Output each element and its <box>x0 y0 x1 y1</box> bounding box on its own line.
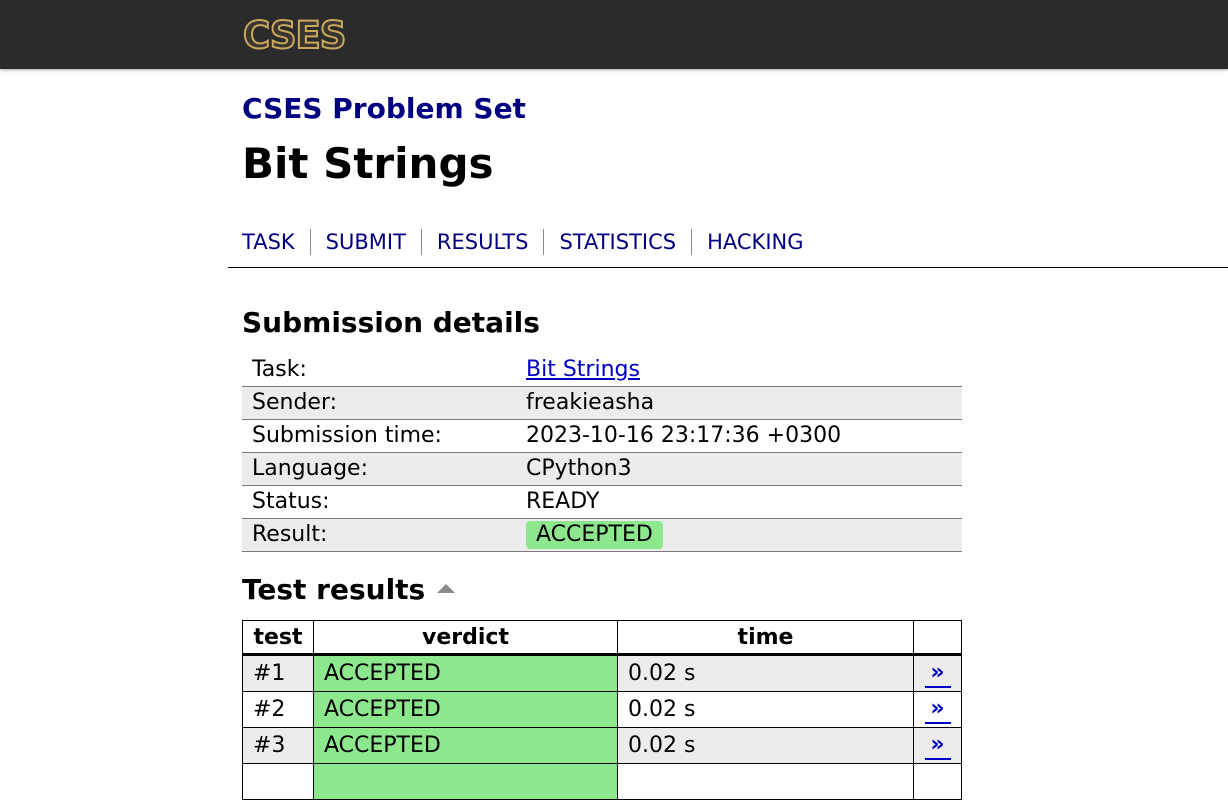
detail-key: Language: <box>242 452 516 486</box>
top-bar: CSES <box>0 0 1228 69</box>
detail-value: Bit Strings <box>516 353 962 387</box>
column-header-time: time <box>617 620 914 656</box>
page-title: Bit Strings <box>242 139 494 188</box>
status-value: READY <box>516 485 962 519</box>
test-number: #2 <box>242 691 314 728</box>
cses-logo[interactable]: CSES <box>240 14 380 56</box>
submission-details-table: Task: Bit Strings Sender: freakieasha Su… <box>242 353 962 552</box>
tab-task[interactable]: TASK <box>242 230 295 254</box>
detail-key: Sender: <box>242 386 516 420</box>
table-row: Language: CPython3 <box>242 452 962 486</box>
test-results-table: test verdict time #1 ACCEPTED 0.02 s » #… <box>242 620 962 800</box>
double-chevron-right-icon[interactable]: » <box>924 697 951 724</box>
test-results-title: Test results <box>242 573 426 606</box>
tab-results[interactable]: RESULTS <box>437 230 529 254</box>
verdict-cell: ACCEPTED <box>313 727 618 764</box>
time-cell: 0.02 s <box>617 727 914 764</box>
table-row: Submission time: 2023-10-16 23:17:36 +03… <box>242 419 962 453</box>
tab-hacking[interactable]: HACKING <box>707 230 803 254</box>
verdict-cell: ACCEPTED <box>313 654 618 692</box>
collapse-triangle-icon[interactable] <box>437 583 456 593</box>
result-value: ACCEPTED <box>516 518 962 552</box>
time-cell: 0.02 s <box>617 691 914 728</box>
details-link-cell: » <box>913 654 962 692</box>
column-header-verdict: verdict <box>313 620 618 656</box>
column-header-link <box>913 620 962 656</box>
table-row: #2 ACCEPTED 0.02 s » <box>242 691 962 728</box>
test-results-heading: Test results <box>242 573 456 606</box>
tab-statistics[interactable]: STATISTICS <box>559 230 676 254</box>
language-value: CPython3 <box>516 452 962 486</box>
table-row: Sender: freakieasha <box>242 386 962 420</box>
detail-key: Status: <box>242 485 516 519</box>
submission-time-value: 2023-10-16 23:17:36 +0300 <box>516 419 962 453</box>
table-row: Result: ACCEPTED <box>242 518 962 552</box>
details-link-cell: » <box>913 691 962 728</box>
tab-submit[interactable]: SUBMIT <box>326 230 406 254</box>
table-row: #3 ACCEPTED 0.02 s » <box>242 727 962 764</box>
double-chevron-right-icon[interactable]: » <box>924 733 951 760</box>
site-title[interactable]: CSES Problem Set <box>242 92 526 125</box>
double-chevron-right-icon[interactable]: » <box>924 661 951 688</box>
details-link-cell: » <box>913 727 962 764</box>
table-row: Status: READY <box>242 485 962 519</box>
task-link[interactable]: Bit Strings <box>526 357 640 382</box>
table-row: #1 ACCEPTED 0.02 s » <box>242 654 962 692</box>
nav-divider <box>228 267 1228 268</box>
result-badge: ACCEPTED <box>526 520 663 549</box>
nav-separator <box>543 229 545 255</box>
nav-separator <box>420 229 422 255</box>
detail-key: Task: <box>242 353 516 387</box>
nav-separator <box>691 229 693 255</box>
submission-details-heading: Submission details <box>242 306 540 339</box>
table-row: Task: Bit Strings <box>242 353 962 387</box>
detail-key: Result: <box>242 518 516 552</box>
detail-key: Submission time: <box>242 419 516 453</box>
nav-separator <box>309 229 311 255</box>
column-header-test: test <box>242 620 314 656</box>
sender-value: freakieasha <box>516 386 962 420</box>
task-nav: TASK SUBMIT RESULTS STATISTICS HACKING <box>242 229 804 255</box>
time-cell: 0.02 s <box>617 654 914 692</box>
logo-text: CSES <box>243 14 345 56</box>
table-header-row: test verdict time <box>242 620 962 656</box>
verdict-cell: ACCEPTED <box>313 691 618 728</box>
test-number: #1 <box>242 654 314 692</box>
test-number: #3 <box>242 727 314 764</box>
